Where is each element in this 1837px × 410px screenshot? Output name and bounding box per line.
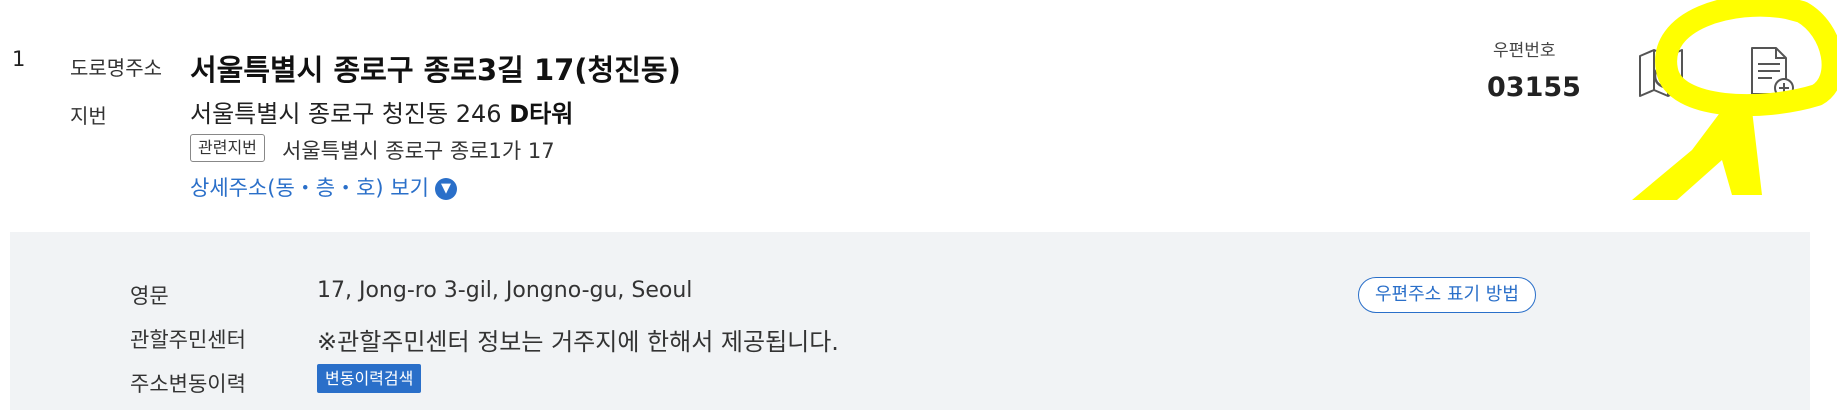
postal-code-label: 우편번호 bbox=[1493, 41, 1556, 61]
community-center-label: 관할주민센터 bbox=[130, 328, 246, 352]
address-details-panel bbox=[10, 232, 1810, 410]
english-address-label: 영문 bbox=[130, 284, 169, 308]
road-address-label: 도로명주소 bbox=[70, 56, 162, 80]
jibun-address-line: 서울특별시 종로구 청진동 246 D타워 bbox=[190, 94, 573, 129]
result-number: 1 bbox=[12, 47, 26, 71]
jibun-label: 지번 bbox=[70, 104, 107, 128]
map-search-button[interactable] bbox=[1636, 44, 1694, 102]
map-search-icon bbox=[1639, 49, 1686, 97]
english-address: 17, Jong-ro 3-gil, Jongno-gu, Seoul bbox=[317, 278, 693, 303]
history-search-button[interactable]: 변동이력검색 bbox=[317, 364, 422, 393]
chevron-down-icon: ▼ bbox=[434, 178, 457, 200]
road-address: 서울특별시 종로구 종로3길 17(청진동) bbox=[190, 53, 681, 87]
building-name: D타워 bbox=[509, 100, 574, 128]
postal-address-guide-button[interactable]: 우편주소 표기 방법 bbox=[1358, 277, 1536, 313]
document-add-button[interactable] bbox=[1742, 44, 1800, 102]
document-add-icon bbox=[1751, 47, 1794, 98]
detail-address-link[interactable]: 상세주소(동・층・호) 보기 ▼ bbox=[190, 172, 457, 202]
related-jibun-badge: 관련지번 bbox=[190, 134, 265, 162]
address-history-label: 주소변동이력 bbox=[130, 372, 246, 396]
community-center-notice: ※관할주민센터 정보는 거주지에 한해서 제공됩니다. bbox=[317, 328, 839, 356]
highlight-annotation bbox=[1632, 0, 1837, 200]
related-jibun-address: 서울특별시 종로구 종로1가 17 bbox=[282, 139, 555, 163]
detail-address-link-label: 상세주소(동・층・호) 보기 bbox=[190, 176, 429, 200]
jibun-address: 서울특별시 종로구 청진동 246 bbox=[190, 100, 502, 128]
postal-code: 03155 bbox=[1487, 72, 1581, 103]
